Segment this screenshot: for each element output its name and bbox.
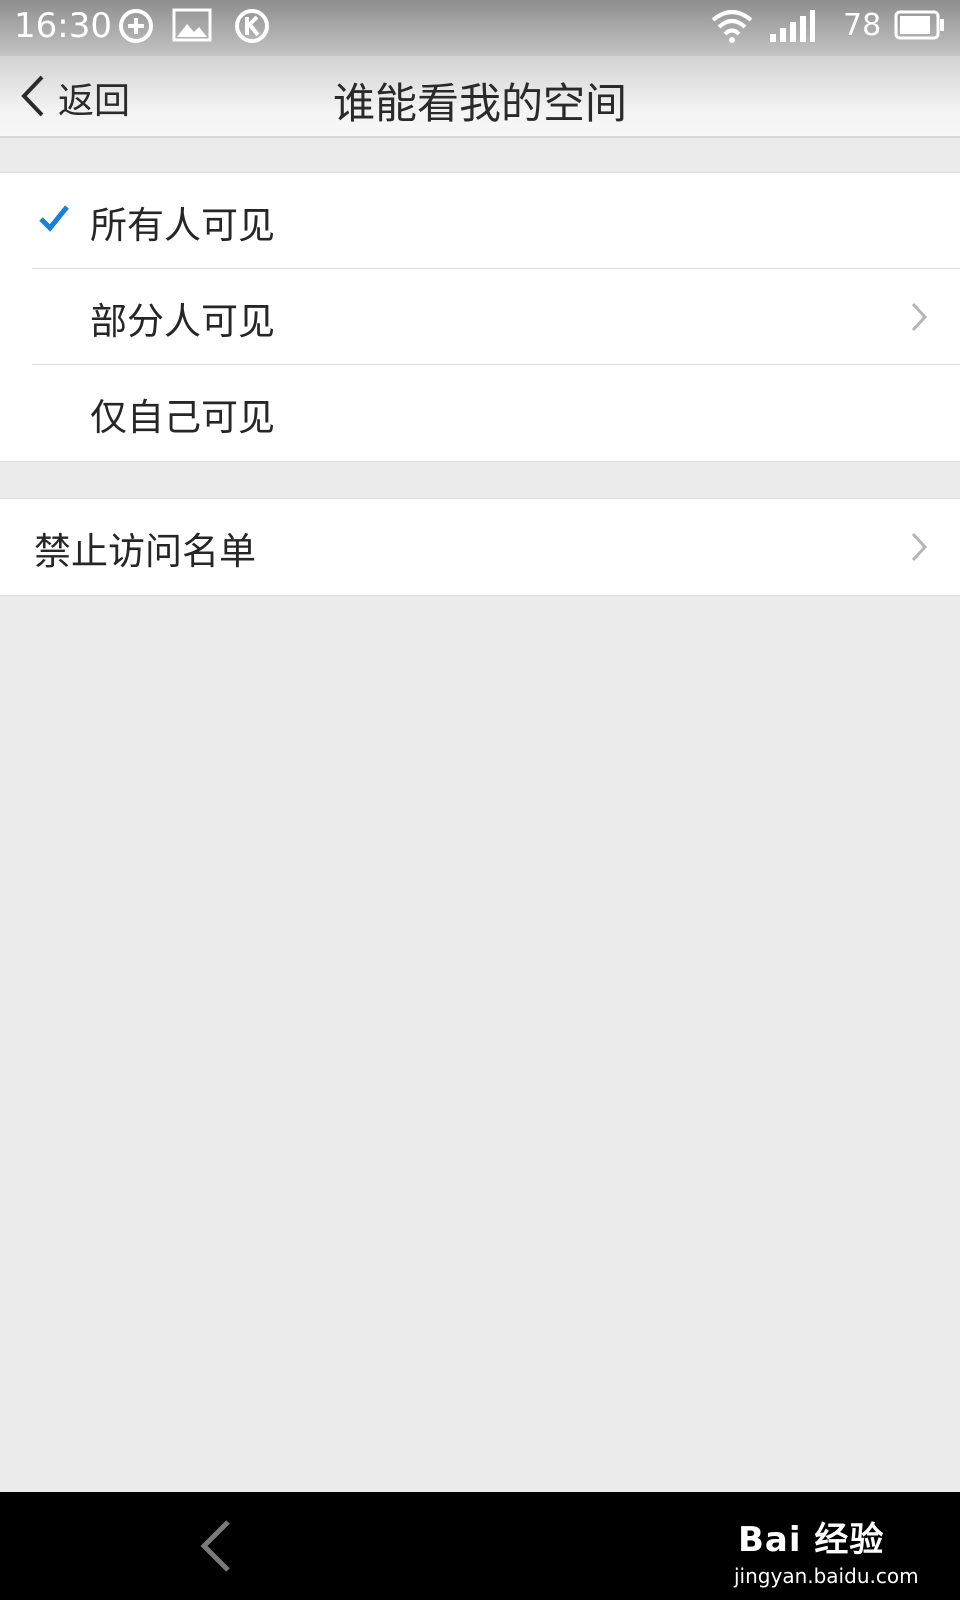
- option-everyone[interactable]: 所有人可见: [0, 173, 960, 269]
- title-bar: 返回 谁能看我的空间: [0, 56, 960, 138]
- watermark-url: jingyan.baidu.com: [734, 1564, 919, 1588]
- option-label: 所有人可见: [90, 204, 275, 247]
- blocked-list-item[interactable]: 禁止访问名单: [0, 499, 960, 595]
- option-label: 仅自己可见: [90, 396, 275, 439]
- blocked-list-label: 禁止访问名单: [34, 530, 256, 573]
- navigation-bar: Bai 经验 jingyan.baidu.com: [0, 1492, 960, 1600]
- visibility-options-list: 所有人可见 部分人可见 仅自己可见: [0, 172, 960, 462]
- watermark: Bai 经验 jingyan.baidu.com: [722, 1506, 922, 1596]
- checkmark-icon: [38, 203, 70, 237]
- k-icon: [234, 8, 270, 48]
- status-time: 16:30: [14, 6, 112, 46]
- signal-icon: [768, 8, 816, 48]
- chevron-right-icon: [910, 531, 928, 567]
- battery-icon: [894, 8, 946, 46]
- battery-level: 78: [843, 8, 882, 43]
- page-title: 谁能看我的空间: [332, 79, 627, 128]
- wifi-icon: [710, 8, 754, 48]
- chevron-right-icon: [910, 301, 928, 337]
- status-bar: 16:30 78: [0, 0, 960, 56]
- sync-icon: [118, 8, 154, 48]
- option-only-me[interactable]: 仅自己可见: [0, 365, 960, 461]
- watermark-brand: Bai 经验: [738, 1520, 885, 1560]
- nav-back-button[interactable]: [196, 1518, 236, 1578]
- option-some-people[interactable]: 部分人可见: [0, 269, 960, 365]
- image-icon: [172, 8, 212, 46]
- option-label: 部分人可见: [90, 300, 275, 343]
- blocked-list-group: 禁止访问名单: [0, 498, 960, 596]
